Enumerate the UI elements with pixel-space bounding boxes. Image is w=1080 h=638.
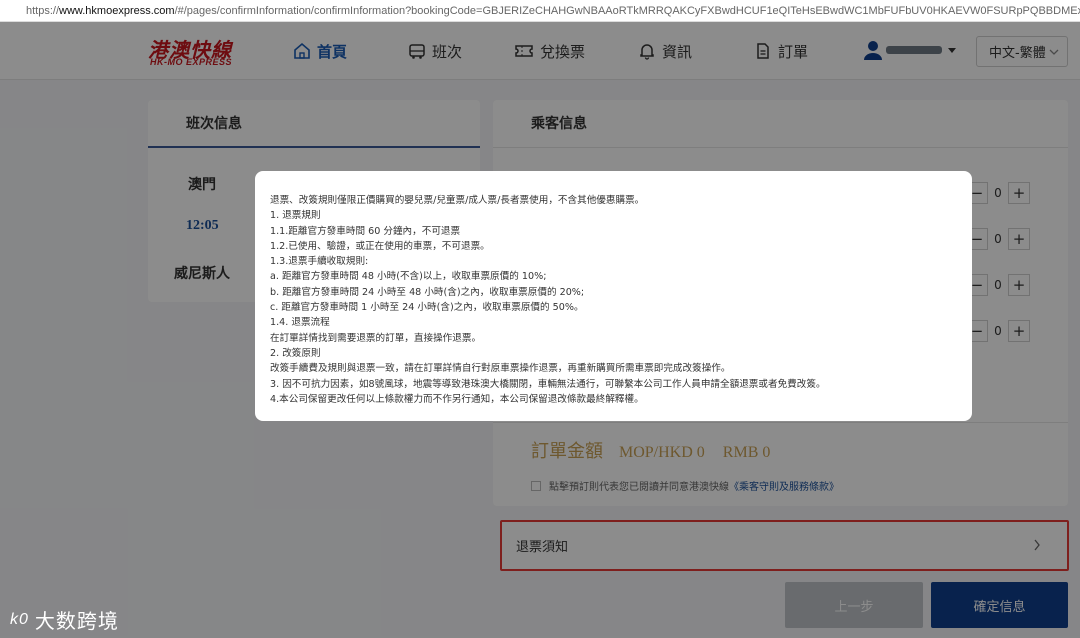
policy-line: 1. 退票規則 [270,210,321,222]
refund-policy-modal: 退票、改簽規則僅限正價購買的嬰兒票/兒童票/成人票/長者票使用，不含其他優惠購票… [255,171,972,421]
policy-line: a. 距離官方發車時間 48 小時(不含)以上，收取車票原價的 10%; [270,271,547,283]
policy-line: 4.本公司保留更改任何以上條款權力而不作另行通知，本公司保留退改條款最終解釋權。 [270,393,644,405]
policy-line: 1.4. 退票流程 [270,317,330,329]
url-text: https://www.hkmoexpress.com/#/pages/conf… [26,4,1080,17]
policy-line: 1.3.退票手續收取規則: [270,256,369,268]
policy-line: 1.2.已使用、驗證，或正在使用的車票，不可退票。 [270,240,490,252]
browser-address-bar[interactable]: https://www.hkmoexpress.com/#/pages/conf… [0,0,1080,22]
policy-line: c. 距離官方發車時間 1 小時至 24 小時(含)之內，收取車票原價的 50%… [270,302,584,314]
policy-line: 改簽手續費及規則與退票一致，請在訂單詳情自行對原車票操作退票，再重新購買所需車票… [270,363,731,375]
policy-line: 3. 因不可抗力因素，如8號風球，地震等導致港珠澳大橋關閉，車輛無法通行，可聯繫… [270,378,826,390]
policy-line: 退票、改簽規則僅限正價購買的嬰兒票/兒童票/成人票/長者票使用，不含其他優惠購票… [270,195,645,206]
policy-line: 1.1.距離官方發車時間 60 分鐘內，不可退票 [270,225,461,237]
watermark-text: 大数跨境 [34,609,119,633]
watermark: k0 大数跨境 [10,605,119,634]
watermark-logo: k0 [10,610,29,628]
policy-line: 2. 改簽原則 [270,347,321,359]
policy-line: 在訂單詳情找到需要退票的訂單，直接操作退票。 [270,332,482,344]
policy-line: b. 距離官方發車時間 24 小時至 48 小時(含)之內，收取車票原價的 20… [270,286,585,298]
